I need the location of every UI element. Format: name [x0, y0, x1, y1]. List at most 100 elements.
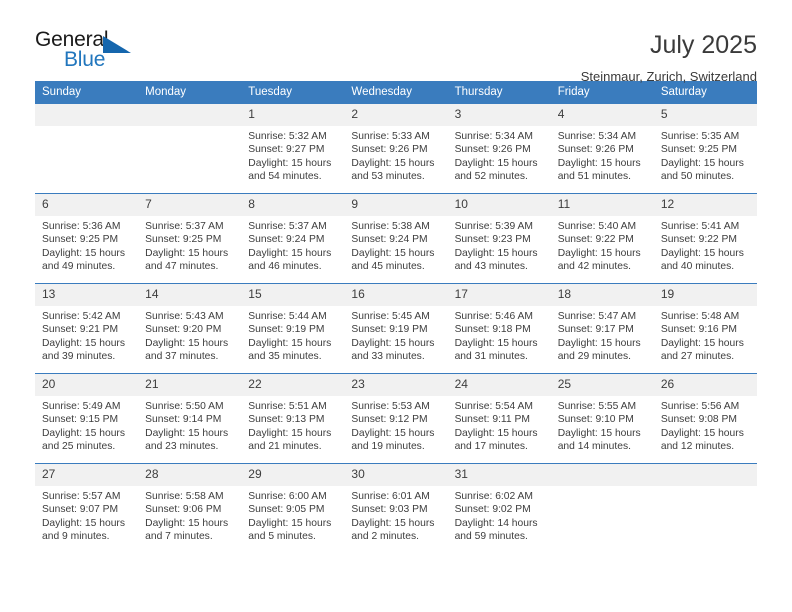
logo-text-blue: Blue: [64, 48, 106, 71]
calendar-day-cell[interactable]: 30 Sunrise: 6:01 AM Sunset: 9:03 PM Dayligh…: [344, 463, 448, 554]
day-number: 13: [35, 284, 139, 306]
day-sun-details: Sunrise: 5:50 AM Sunset: 9:14 PM Daylight:…: [138, 396, 241, 454]
day-detail-line: Daylight: 15 hours: [557, 337, 641, 349]
general-blue-logo[interactable]: General Blue: [35, 28, 155, 76]
calendar-day-cell[interactable]: 17 Sunrise: 5:46 AM Sunset: 9:18 PM Dayligh…: [447, 283, 551, 374]
day-number: 14: [138, 284, 242, 306]
day-sun-details: Sunrise: 5:39 AM Sunset: 9:23 PM Daylight:…: [448, 216, 551, 274]
day-detail-line: Daylight: 15 hours: [248, 427, 332, 439]
day-sun-details: Sunrise: 5:49 AM Sunset: 9:15 PM Daylight:…: [35, 396, 138, 454]
day-detail-line: Sunset: 9:06 PM: [145, 504, 222, 516]
day-number: 11: [550, 194, 654, 216]
day-detail-line: and 39 minutes.: [42, 351, 116, 363]
day-detail-line: Daylight: 15 hours: [248, 157, 332, 169]
calendar-day-cell[interactable]: 9 Sunrise: 5:38 AM Sunset: 9:24 PM Daylight…: [344, 193, 448, 284]
calendar-day-cell[interactable]: 29 Sunrise: 6:00 AM Sunset: 9:05 PM Dayligh…: [241, 463, 345, 554]
calendar-day-cell-empty: [35, 103, 139, 194]
calendar-day-cell[interactable]: 10 Sunrise: 5:39 AM Sunset: 9:23 PM Dayligh…: [447, 193, 551, 284]
calendar-day-cell[interactable]: 28 Sunrise: 5:58 AM Sunset: 9:06 PM Dayligh…: [138, 463, 242, 554]
weekday-header-wednesday: Wednesday: [344, 81, 448, 104]
day-sun-details: Sunrise: 5:54 AM Sunset: 9:11 PM Daylight:…: [448, 396, 551, 454]
day-detail-line: Sunrise: 5:57 AM: [42, 491, 121, 502]
day-sun-details: Sunrise: 5:56 AM Sunset: 9:08 PM Daylight:…: [654, 396, 757, 454]
calendar-day-cell[interactable]: 13 Sunrise: 5:42 AM Sunset: 9:21 PM Dayligh…: [35, 283, 139, 374]
day-detail-line: Sunset: 9:14 PM: [145, 414, 222, 426]
day-detail-line: Sunrise: 5:56 AM: [660, 401, 740, 412]
day-detail-line: and 5 minutes.: [248, 531, 316, 543]
calendar-day-cell[interactable]: 5 Sunrise: 5:35 AM Sunset: 9:25 PM Daylight…: [653, 103, 757, 194]
calendar-day-cell[interactable]: 4 Sunrise: 5:34 AM Sunset: 9:26 PM Daylight…: [550, 103, 654, 194]
day-sun-details: Sunrise: 5:42 AM Sunset: 9:21 PM Daylight:…: [35, 306, 138, 364]
calendar-day-cell[interactable]: 31 Sunrise: 6:02 AM Sunset: 9:02 PM Dayligh…: [447, 463, 551, 554]
calendar-day-cell-empty: [550, 463, 654, 554]
day-detail-line: Sunrise: 5:34 AM: [454, 131, 533, 142]
day-detail-line: Sunrise: 5:32 AM: [248, 131, 327, 142]
calendar-day-cell[interactable]: 27 Sunrise: 5:57 AM Sunset: 9:07 PM Dayligh…: [35, 463, 139, 554]
day-number: 30: [344, 464, 448, 486]
day-sun-details: Sunrise: 5:48 AM Sunset: 9:16 PM Daylight:…: [654, 306, 757, 364]
day-detail-line: Daylight: 15 hours: [145, 337, 229, 349]
weekday-header-monday: Monday: [138, 81, 242, 104]
calendar-day-cell[interactable]: 24 Sunrise: 5:54 AM Sunset: 9:11 PM Dayligh…: [447, 373, 551, 464]
day-number: 8: [241, 194, 345, 216]
day-number: 12: [653, 194, 757, 216]
day-number: 3: [447, 104, 551, 126]
day-detail-line: Sunset: 9:02 PM: [454, 504, 531, 516]
day-detail-line: Sunset: 9:16 PM: [660, 324, 737, 336]
day-detail-line: Daylight: 15 hours: [145, 427, 229, 439]
day-detail-line: and 12 minutes.: [660, 441, 735, 453]
day-number: 21: [138, 374, 242, 396]
calendar-day-cell[interactable]: 19 Sunrise: 5:48 AM Sunset: 9:16 PM Dayligh…: [653, 283, 757, 374]
calendar-day-cell[interactable]: 1 Sunrise: 5:32 AM Sunset: 9:27 PM Daylight…: [241, 103, 345, 194]
day-detail-line: Sunset: 9:12 PM: [351, 414, 428, 426]
calendar-day-cell[interactable]: 20 Sunrise: 5:49 AM Sunset: 9:15 PM Dayligh…: [35, 373, 139, 464]
calendar-day-cell[interactable]: 18 Sunrise: 5:47 AM Sunset: 9:17 PM Dayligh…: [550, 283, 654, 374]
day-number: 6: [35, 194, 139, 216]
calendar-day-cell[interactable]: 6 Sunrise: 5:36 AM Sunset: 9:25 PM Daylight…: [35, 193, 139, 284]
calendar-day-cell[interactable]: 23 Sunrise: 5:53 AM Sunset: 9:12 PM Dayligh…: [344, 373, 448, 464]
day-detail-line: Daylight: 15 hours: [454, 427, 538, 439]
day-detail-line: and 50 minutes.: [660, 171, 735, 183]
calendar-day-cell[interactable]: 22 Sunrise: 5:51 AM Sunset: 9:13 PM Dayligh…: [241, 373, 345, 464]
day-number: 17: [447, 284, 551, 306]
calendar-day-cell[interactable]: 26 Sunrise: 5:56 AM Sunset: 9:08 PM Dayligh…: [653, 373, 757, 464]
calendar-day-cell[interactable]: 25 Sunrise: 5:55 AM Sunset: 9:10 PM Dayligh…: [550, 373, 654, 464]
calendar-day-cell[interactable]: 21 Sunrise: 5:50 AM Sunset: 9:14 PM Dayligh…: [138, 373, 242, 464]
day-detail-line: Sunrise: 6:02 AM: [454, 491, 533, 502]
day-sun-details: Sunrise: 5:37 AM Sunset: 9:24 PM Daylight:…: [241, 216, 344, 274]
day-detail-line: Sunset: 9:27 PM: [248, 144, 325, 156]
calendar-day-cell[interactable]: 2 Sunrise: 5:33 AM Sunset: 9:26 PM Daylight…: [344, 103, 448, 194]
day-number: 27: [35, 464, 139, 486]
day-number: 7: [138, 194, 242, 216]
day-detail-line: Sunset: 9:25 PM: [145, 234, 222, 246]
day-detail-line: Daylight: 15 hours: [557, 247, 641, 259]
calendar-day-cell[interactable]: 11 Sunrise: 5:40 AM Sunset: 9:22 PM Dayligh…: [550, 193, 654, 284]
day-detail-line: Sunset: 9:08 PM: [660, 414, 737, 426]
day-number: 24: [447, 374, 551, 396]
day-detail-line: Daylight: 15 hours: [660, 427, 744, 439]
day-number: 26: [653, 374, 757, 396]
calendar-day-cell[interactable]: 7 Sunrise: 5:37 AM Sunset: 9:25 PM Daylight…: [138, 193, 242, 284]
day-number: 28: [138, 464, 242, 486]
day-detail-line: Daylight: 15 hours: [557, 157, 641, 169]
calendar-day-cell[interactable]: 3 Sunrise: 5:34 AM Sunset: 9:26 PM Daylight…: [447, 103, 551, 194]
day-detail-line: Sunrise: 5:49 AM: [42, 401, 121, 412]
day-detail-line: Sunset: 9:22 PM: [660, 234, 737, 246]
day-detail-line: Sunset: 9:21 PM: [42, 324, 119, 336]
calendar-day-cell[interactable]: 14 Sunrise: 5:43 AM Sunset: 9:20 PM Dayligh…: [138, 283, 242, 374]
day-detail-line: Sunrise: 5:38 AM: [351, 221, 430, 232]
calendar-day-cell[interactable]: 12 Sunrise: 5:41 AM Sunset: 9:22 PM Dayligh…: [653, 193, 757, 284]
day-detail-line: Sunset: 9:22 PM: [557, 234, 634, 246]
page-subtitle: Steinmaur, Zurich, Switzerland: [580, 69, 757, 84]
day-detail-line: Daylight: 15 hours: [660, 247, 744, 259]
calendar-page: General Blue July 2025 Steinmaur, Zurich…: [0, 0, 792, 612]
triangle-icon: [103, 36, 131, 53]
calendar-week-row: 20 Sunrise: 5:49 AM Sunset: 9:15 PM Dayligh…: [35, 373, 757, 464]
day-detail-line: Sunrise: 5:55 AM: [557, 401, 637, 412]
calendar-day-cell[interactable]: 15 Sunrise: 5:44 AM Sunset: 9:19 PM Dayligh…: [241, 283, 345, 374]
day-detail-line: Sunset: 9:26 PM: [557, 144, 634, 156]
calendar-day-cell[interactable]: 16 Sunrise: 5:45 AM Sunset: 9:19 PM Dayligh…: [344, 283, 448, 374]
day-sun-details: Sunrise: 5:36 AM Sunset: 9:25 PM Daylight:…: [35, 216, 138, 274]
calendar-day-cell[interactable]: 8 Sunrise: 5:37 AM Sunset: 9:24 PM Daylight…: [241, 193, 345, 284]
day-number: [550, 464, 654, 486]
